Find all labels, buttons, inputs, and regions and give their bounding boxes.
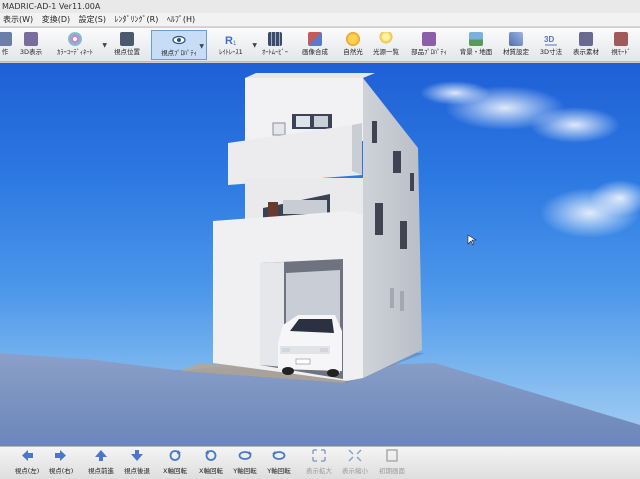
- eye-icon: [172, 35, 186, 45]
- svg-text:1: 1: [233, 41, 237, 46]
- menu-convert[interactable]: 変換(D): [39, 13, 73, 26]
- arrow-right-icon: [55, 450, 66, 461]
- 3d-view-icon: [24, 32, 38, 46]
- toolbar-auto-movie-button[interactable]: ｵｰﾄﾑｰﾋﾞｰ: [258, 30, 292, 60]
- home-view-icon: [386, 449, 398, 462]
- main-toolbar: 作 3D表示 ｶﾗｰｺｰﾃﾞｨﾈｰﾄ ▼ 視点位置 視点ﾌﾟﾛﾊﾟﾃｨ ▼ R …: [0, 28, 640, 62]
- 3d-dimension-icon: 3D: [544, 35, 557, 46]
- view-control-bar: 視点(左) 視点(右) 視点前進 視点後退 X軸回転 X軸回転 Y軸回転 Y軸回…: [0, 446, 640, 479]
- menu-help[interactable]: ﾍﾙﾌﾟ(H): [164, 13, 198, 26]
- parts-icon: [422, 32, 436, 46]
- rotate-y-reverse-icon: [272, 451, 286, 460]
- film-icon: [268, 32, 282, 46]
- arrow-down-icon: [131, 450, 143, 461]
- car-model: [278, 315, 342, 377]
- svg-text:R: R: [225, 35, 233, 46]
- 3d-viewport[interactable]: [0, 63, 640, 446]
- toolbar-view-property-button[interactable]: 視点ﾌﾟﾛﾊﾟﾃｨ ▼: [151, 30, 207, 60]
- chevron-down-icon[interactable]: ▼: [199, 43, 204, 50]
- toolbar-file-button[interactable]: 作: [0, 30, 14, 60]
- toolbar-display-material-button[interactable]: 表示素材: [570, 30, 602, 60]
- arrow-left-icon: [22, 450, 33, 461]
- camera-icon: [120, 32, 134, 46]
- toolbar-view-position-button[interactable]: 視点位置: [110, 30, 144, 60]
- toolbar-3d-view-button[interactable]: 3D表示: [16, 30, 46, 60]
- sun-icon: [346, 32, 360, 46]
- arrow-up-icon: [95, 450, 107, 461]
- window-title-bar: MADRIC-AD-1 Ver11.00A: [0, 0, 640, 13]
- raytrace-icon: R 1: [225, 35, 237, 46]
- toolbar-raytrace-button[interactable]: R 1 ﾚｲﾄﾚｰｽ1 ▼: [212, 30, 257, 60]
- zoom-out-button[interactable]: 表示縮小: [340, 449, 370, 478]
- image-compose-icon: [308, 32, 322, 46]
- view-backward-button[interactable]: 視点後退: [122, 449, 152, 478]
- toolbar-view-mode-button[interactable]: 視ﾓｰﾄﾞ: [606, 30, 636, 60]
- mouse-cursor: [467, 234, 478, 246]
- material-icon: [509, 32, 523, 46]
- rotate-y-button[interactable]: Y軸回転: [230, 449, 260, 478]
- toolbar-light-list-button[interactable]: 光源一覧: [370, 30, 402, 60]
- sky-clouds: [420, 81, 640, 238]
- window-title: MADRIC-AD-1 Ver11.00A: [2, 2, 101, 11]
- rotate-x-icon: [169, 450, 181, 461]
- zoom-in-button[interactable]: 表示拡大: [304, 449, 334, 478]
- zoom-in-icon: [312, 449, 326, 462]
- file-icon: [0, 32, 12, 46]
- view-left-button[interactable]: 視点(左): [12, 449, 42, 478]
- initial-view-button[interactable]: 初期画面: [376, 449, 408, 478]
- rotate-y-reverse-button[interactable]: Y軸回転: [264, 449, 294, 478]
- view-forward-button[interactable]: 視点前進: [86, 449, 116, 478]
- toolbar-3d-dimension-button[interactable]: 3D 3D寸法: [536, 30, 566, 60]
- rotate-x-button[interactable]: X軸回転: [160, 449, 190, 478]
- toolbar-parts-property-button[interactable]: 部品ﾌﾟﾛﾊﾟﾃｨ: [408, 30, 450, 60]
- toolbar-color-coordinate-button[interactable]: ｶﾗｰｺｰﾃﾞｨﾈｰﾄ ▼: [50, 30, 107, 60]
- rendered-scene: [0, 73, 640, 446]
- rotate-y-icon: [238, 451, 252, 460]
- light-icon: [379, 32, 393, 46]
- view-right-button[interactable]: 視点(右): [46, 449, 76, 478]
- chevron-down-icon[interactable]: ▼: [102, 42, 107, 49]
- menu-rendering[interactable]: ﾚﾝﾀﾞﾘﾝｸﾞ(R): [112, 13, 162, 26]
- color-wheel-icon: [68, 32, 82, 46]
- rotate-x-reverse-button[interactable]: X軸回転: [196, 449, 226, 478]
- view-mode-icon: [614, 32, 628, 46]
- menu-settings[interactable]: 設定(S): [76, 13, 109, 26]
- chevron-down-icon[interactable]: ▼: [252, 42, 257, 49]
- svg-text:3D: 3D: [544, 35, 554, 44]
- toolbar-natural-light-button[interactable]: 自然光: [340, 30, 366, 60]
- toolbar-material-button[interactable]: 材質設定: [500, 30, 532, 60]
- display-material-icon: [579, 32, 593, 46]
- zoom-out-icon: [348, 449, 362, 462]
- rotate-x-reverse-icon: [205, 450, 217, 461]
- landscape-icon: [469, 32, 483, 46]
- menu-view[interactable]: 表示(W): [0, 13, 36, 26]
- toolbar-image-compose-button[interactable]: 画像合成: [298, 30, 332, 60]
- menu-bar: 表示(W) 変換(D) 設定(S) ﾚﾝﾀﾞﾘﾝｸﾞ(R) ﾍﾙﾌﾟ(H): [0, 13, 640, 27]
- toolbar-background-ground-button[interactable]: 背景・地面: [456, 30, 496, 60]
